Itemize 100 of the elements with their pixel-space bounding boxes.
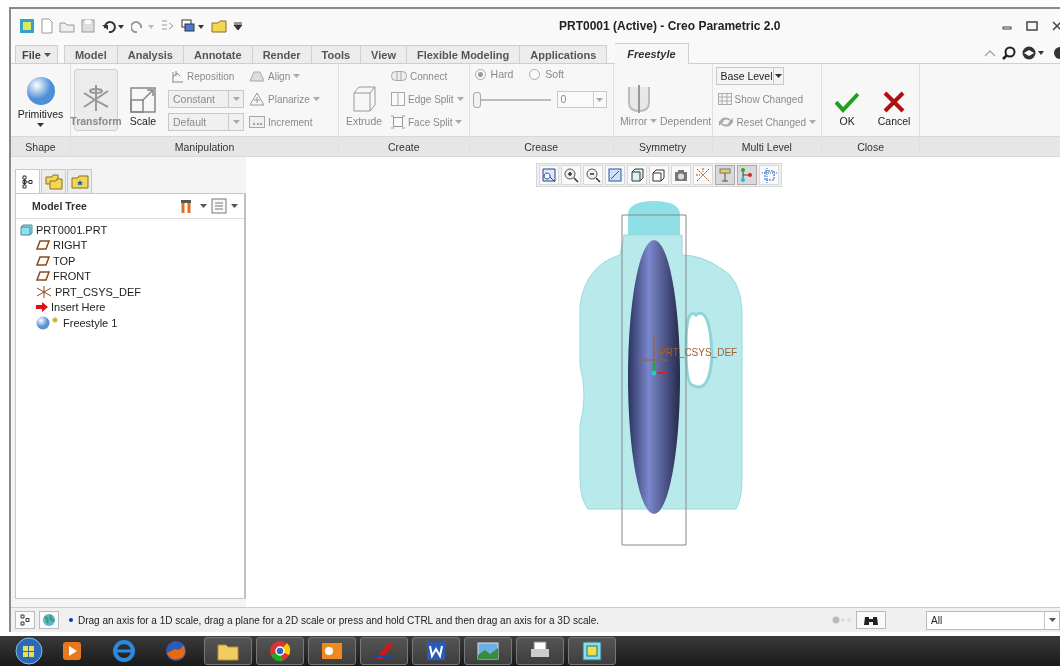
tree-item[interactable]: TOP (20, 253, 244, 269)
customize-icon (233, 21, 243, 31)
group-label: Create (339, 136, 469, 156)
surface-icon (717, 92, 732, 106)
tree-item[interactable]: RIGHT (20, 237, 244, 253)
view-tool-button[interactable] (671, 165, 691, 185)
ribbon-tab[interactable]: View (361, 45, 407, 63)
caret-icon (455, 120, 463, 124)
binoculars-button[interactable] (856, 611, 886, 629)
tree-item[interactable]: Freestyle 1 (20, 315, 244, 331)
ribbon-button[interactable]: Scale (121, 69, 165, 131)
camera-icon (673, 167, 689, 183)
view-tool-button[interactable] (605, 165, 625, 185)
view-tool-button[interactable] (627, 165, 647, 185)
ribbon-button[interactable]: Primitives (18, 69, 63, 131)
ribbon-tab[interactable]: Freestyle (615, 43, 689, 64)
taskbar-app-button[interactable] (256, 637, 304, 665)
ribbon-button[interactable]: Cancel (872, 69, 917, 131)
ribbon-tab[interactable]: Applications (520, 45, 608, 63)
view-tool-button[interactable] (737, 165, 757, 185)
caret-icon (232, 97, 240, 101)
ribbon-tab[interactable]: Tools (311, 45, 362, 63)
sphere-icon (36, 315, 60, 330)
tree-toggle-button[interactable] (15, 611, 35, 629)
tree-icon (20, 175, 35, 189)
folder-icon (211, 19, 227, 33)
check-icon (835, 91, 860, 113)
taskbar-app-button[interactable] (204, 637, 252, 665)
star-folder-icon (70, 174, 89, 189)
file-menu[interactable]: File (15, 45, 58, 63)
reposition-icon (170, 69, 184, 83)
part-icon (20, 223, 33, 236)
view-tool-button[interactable] (539, 165, 559, 185)
chrome-circle-icon (268, 639, 292, 663)
caret-icon (43, 52, 51, 57)
group-label: Close (822, 136, 920, 156)
view-tool-button[interactable] (649, 165, 669, 185)
zoom-in-icon (563, 167, 579, 183)
ribbon-tab[interactable]: Render (252, 45, 312, 63)
caret-icon (293, 74, 301, 78)
taskbar-app-button[interactable] (308, 637, 356, 665)
maximize-icon (1026, 21, 1038, 31)
picture-icon (476, 639, 500, 663)
align-icon (249, 70, 265, 82)
close-icon (1052, 21, 1060, 31)
filter-dropdown[interactable]: All (926, 610, 1060, 630)
close-icon (883, 91, 906, 113)
zoom-fit-icon (541, 167, 557, 183)
group-label: Multi Level (712, 136, 822, 156)
search-icon (1002, 46, 1016, 60)
ribbon-button[interactable]: OK (825, 69, 870, 131)
ribbon-tab[interactable]: Flexible Modeling (406, 45, 521, 63)
tree-item[interactable]: PRT_CSYS_DEF (20, 284, 244, 300)
caret-icon (312, 97, 320, 101)
caret-icon (1048, 618, 1056, 622)
undo-icon (101, 19, 125, 33)
tree-icon (19, 614, 31, 626)
shaded-cube-icon (629, 167, 645, 183)
tree-item[interactable]: PRT0001.PRT (20, 222, 244, 238)
media-icon (60, 639, 84, 663)
folders-icon (44, 173, 63, 190)
window-title: PRT0001 (Active) - Creo Parametric 2.0 (559, 19, 781, 33)
csys-icon (36, 284, 52, 299)
caret-icon (200, 204, 207, 208)
plane-icon (36, 271, 50, 282)
edge-split-icon (391, 92, 405, 106)
collapse-icon (984, 49, 996, 57)
group-label: Crease (469, 136, 613, 156)
browser-e-icon (112, 639, 136, 663)
view-tool-button[interactable] (583, 165, 603, 185)
tree-item[interactable]: Insert Here (20, 299, 244, 315)
ribbon-tab[interactable]: Model (63, 45, 118, 63)
face-split-icon (391, 115, 405, 129)
ribbon-tab[interactable]: Annotate (184, 45, 253, 63)
tree-item[interactable]: FRONT (20, 268, 244, 284)
navigator-tab[interactable] (15, 169, 40, 194)
caret-icon (231, 204, 238, 208)
view-tool-button[interactable] (561, 165, 581, 185)
dropdown-field[interactable]: Base Level (715, 67, 784, 85)
caret-icon (774, 74, 782, 78)
status-message: Drag an axis for a 1D scale, drag a plane for a 2D scale or press and hold CTRL and then drag an axis for a 3D scale. (69, 614, 828, 626)
taskbar-app-button[interactable] (516, 637, 564, 665)
globe-icon (42, 613, 56, 627)
planarize-icon (249, 92, 265, 106)
taskbar-app-button[interactable] (568, 637, 616, 665)
ribbon-tab[interactable]: Analysis (117, 45, 184, 63)
taskbar-app-button[interactable] (412, 637, 460, 665)
graduation-cap-icon (1022, 46, 1044, 60)
group-label: Manipulation (71, 136, 338, 156)
start-orb-icon[interactable] (14, 637, 44, 665)
panel-title: Model Tree (32, 200, 88, 212)
open-folder-icon (59, 19, 75, 33)
increment-icon (249, 116, 265, 128)
taskbar-app-button[interactable] (464, 637, 512, 665)
group-label: Symmetry (613, 136, 712, 156)
plane-icon (36, 255, 50, 266)
view-tool-button[interactable] (693, 165, 713, 185)
axis-display-icon (739, 167, 755, 183)
globe-button[interactable] (39, 611, 59, 629)
mirror-icon (625, 85, 652, 113)
